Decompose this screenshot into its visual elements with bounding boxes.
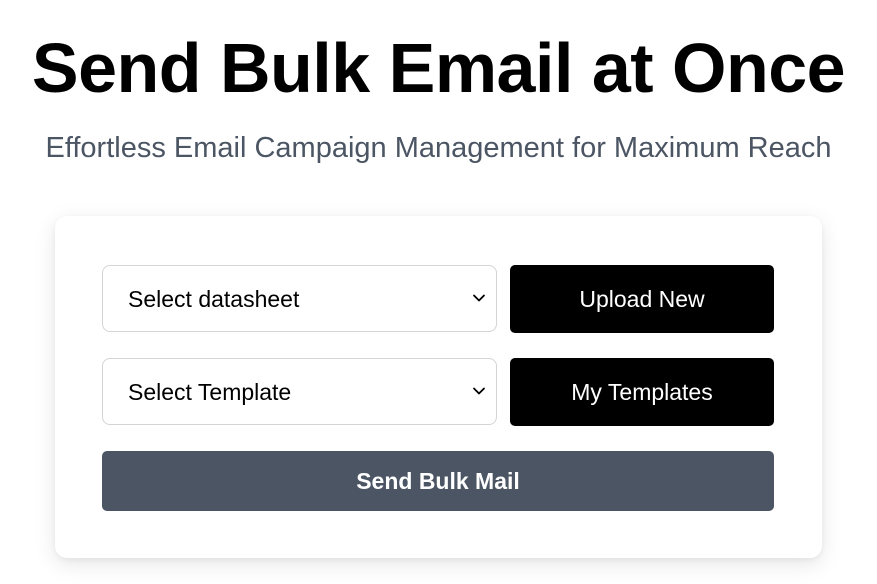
datasheet-select-value: Select datasheet <box>128 286 300 312</box>
upload-new-button[interactable]: Upload New <box>510 265 774 333</box>
send-bulk-mail-button[interactable]: Send Bulk Mail <box>102 451 774 511</box>
datasheet-select[interactable]: Select datasheet <box>102 265 497 332</box>
chevron-down-icon <box>473 294 485 302</box>
my-templates-button[interactable]: My Templates <box>510 358 774 426</box>
template-select[interactable]: Select Template <box>102 358 497 425</box>
chevron-down-icon <box>473 387 485 395</box>
page-subtitle: Effortless Email Campaign Management for… <box>45 132 832 164</box>
bulk-email-card: Select datasheet Upload New Select Templ… <box>55 216 822 558</box>
page-title: Send Bulk Email at Once <box>31 29 846 107</box>
template-select-value: Select Template <box>128 379 292 405</box>
